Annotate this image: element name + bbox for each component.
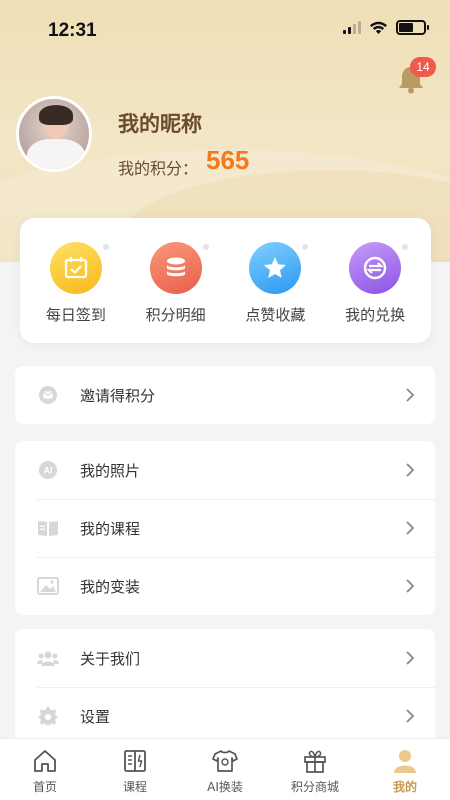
menu-item-my-photos[interactable]: AI 我的照片 — [15, 441, 435, 499]
wifi-icon — [370, 21, 387, 34]
quick-action-daily-checkin[interactable]: 每日签到 — [28, 218, 124, 343]
quick-action-label: 我的兑换 — [345, 306, 406, 324]
menu-item-label: 我的照片 — [80, 461, 141, 480]
quick-action-my-exchange[interactable]: 我的兑换 — [327, 218, 423, 343]
tab-home[interactable]: 首页 — [0, 739, 90, 800]
chevron-right-icon — [406, 651, 415, 665]
menu-item-label: 邀请得积分 — [80, 386, 156, 405]
battery-icon — [396, 20, 429, 35]
chevron-right-icon — [406, 521, 415, 535]
chevron-right-icon — [406, 463, 415, 477]
quick-action-label: 每日签到 — [45, 306, 106, 324]
calendar-check-icon — [49, 242, 109, 294]
tab-label: 课程 — [122, 780, 147, 794]
status-bar: 12:31 — [0, 0, 450, 56]
tab-label: 首页 — [32, 780, 57, 794]
tab-courses[interactable]: 课程 — [90, 739, 180, 800]
exchange-icon — [349, 242, 409, 294]
chevron-right-icon — [406, 709, 415, 723]
gear-icon — [37, 705, 59, 727]
notification-badge: 14 — [410, 57, 436, 77]
menu-group-about: 关于我们 设置 — [15, 629, 435, 738]
users-icon — [37, 647, 59, 669]
profile-icon — [394, 750, 416, 773]
menu-item-invite-points[interactable]: 邀请得积分 — [15, 366, 435, 424]
menu-item-my-dressup[interactable]: 我的变装 — [15, 557, 435, 615]
tab-label: 积分商城 — [290, 780, 339, 794]
menu-item-about-us[interactable]: 关于我们 — [15, 629, 435, 687]
menu-item-label: 设置 — [80, 707, 111, 726]
points-value: 565 — [206, 145, 250, 175]
ai-icon: AI — [37, 459, 59, 481]
quick-action-label: 积分明细 — [145, 306, 206, 324]
avatar[interactable] — [16, 96, 92, 172]
tshirt-icon — [212, 750, 238, 772]
book-icon — [37, 517, 59, 539]
menu-item-label: 我的变装 — [80, 577, 141, 596]
course-book-icon — [124, 750, 146, 772]
menu-item-settings[interactable]: 设置 — [15, 687, 435, 738]
image-icon — [37, 575, 59, 597]
quick-action-label: 点赞收藏 — [245, 306, 306, 324]
quick-action-likes-favorites[interactable]: 点赞收藏 — [227, 218, 323, 343]
chevron-right-icon — [406, 388, 415, 402]
status-time: 12:31 — [48, 20, 97, 41]
tab-label: AI换装 — [207, 780, 243, 794]
tab-points-mall[interactable]: 积分商城 — [270, 739, 360, 800]
tab-mine[interactable]: 我的 — [360, 739, 450, 800]
quick-actions-card: 每日签到 积分明细 点赞收藏 我的兑换 — [20, 218, 431, 343]
signal-icon — [343, 21, 361, 34]
home-icon — [34, 750, 56, 772]
nickname[interactable]: 我的昵称 — [118, 108, 202, 138]
chevron-right-icon — [406, 579, 415, 593]
svg-text:AI: AI — [44, 466, 53, 476]
gift-icon — [304, 750, 326, 773]
tab-ai-dressup[interactable]: AI换装 — [180, 739, 270, 800]
menu-item-label: 我的课程 — [80, 519, 141, 538]
bottom-tab-bar: 首页 课程 AI换装 积分商城 我的 — [0, 738, 450, 800]
envelope-icon — [37, 384, 59, 406]
star-icon — [249, 242, 309, 294]
coin-stack-icon — [149, 242, 209, 294]
menu-group-content: AI 我的照片 我的课程 我的变装 — [15, 441, 435, 615]
points-label: 我的积分： — [118, 159, 199, 178]
menu-item-label: 关于我们 — [80, 649, 141, 668]
tab-label: 我的 — [392, 780, 417, 794]
quick-action-points-detail[interactable]: 积分明细 — [128, 218, 224, 343]
menu-item-my-courses[interactable]: 我的课程 — [15, 499, 435, 557]
menu-group-invite: 邀请得积分 — [15, 366, 435, 424]
